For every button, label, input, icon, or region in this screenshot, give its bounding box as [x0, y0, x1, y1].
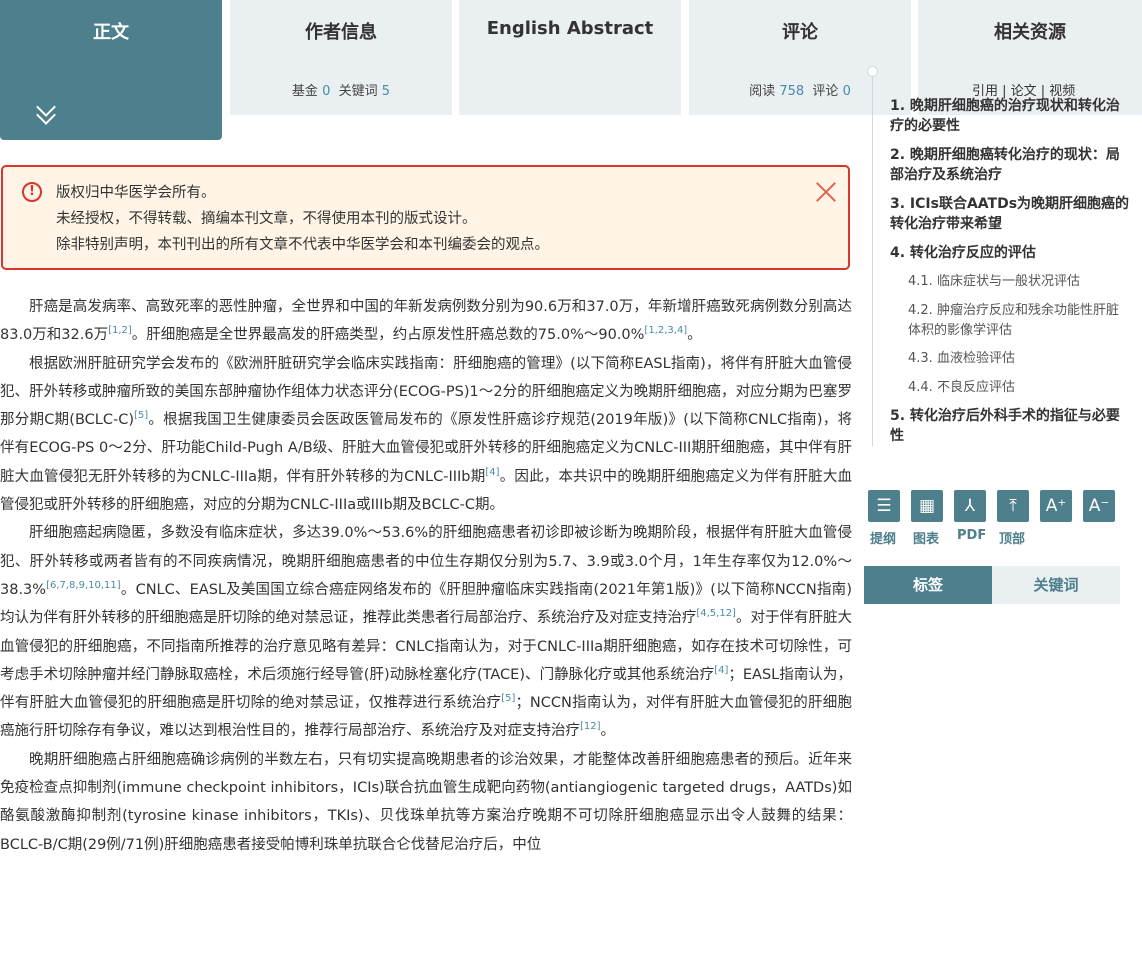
citation-link[interactable]: [1,2,3,4]	[644, 325, 687, 336]
citation-link[interactable]: [5]	[134, 410, 148, 421]
citation-link[interactable]: [5]	[501, 693, 515, 704]
comment-label: 评论	[812, 84, 839, 99]
keyword-count: 5	[381, 84, 391, 99]
article-paragraph: 肝细胞癌起病隐匿，多数没有临床症状，多达39.0%～53.6%的肝细胞癌患者初诊…	[0, 519, 852, 745]
toc-item-3[interactable]: 3. ICIs联合AATDs为晚期肝细胞癌的转化治疗带来希望	[890, 194, 1130, 234]
tag-keyword-tabs: 标签 关键词	[864, 566, 1120, 604]
notice-line-3: 除非特别声明，本刊刊出的所有文章不代表中华医学会和本刊编委会的观点。	[56, 237, 549, 253]
pdf-label[interactable]: PDF	[957, 528, 986, 543]
tab-comments-label: 评论	[782, 22, 818, 43]
close-icon[interactable]	[815, 181, 837, 203]
notice-line-1: 版权归中华医学会所有。	[56, 185, 216, 201]
outline-label[interactable]: 提纲	[870, 528, 896, 547]
notice-line-2: 未经授权，不得转载、摘编本刊文章，不得使用本刊的版式设计。	[56, 211, 477, 227]
article-body: 肝癌是高发病率、高致死率的恶性肿瘤，全世界和中国的年新发病例数分别为90.6万和…	[0, 293, 852, 978]
font-decrease-button[interactable]: A⁻	[1083, 490, 1115, 522]
article-paragraph: 肝癌是高发病率、高致死率的恶性肿瘤，全世界和中国的年新发病例数分别为90.6万和…	[0, 293, 852, 350]
figures-icon[interactable]: ▦	[911, 490, 943, 522]
back-to-top-icon[interactable]: ⤒	[997, 490, 1029, 522]
tab-english-abstract-label: English Abstract	[486, 18, 654, 39]
fund-label: 基金	[291, 84, 318, 99]
toc-item-5[interactable]: 5. 转化治疗后外科手术的指征与必要性	[890, 406, 1130, 446]
citation-link[interactable]: [12]	[580, 722, 601, 733]
toc-rail	[872, 72, 873, 446]
citation-link[interactable]: [4,5,12]	[696, 608, 736, 619]
paragraph-text: 。肝细胞癌是全世界最高发的肝癌类型，约占原发性肝癌总数的75.0%～90.0%	[131, 327, 645, 344]
paragraph-text: 。	[687, 327, 702, 344]
comment-count: 0	[842, 84, 851, 99]
toc-rail-start-icon	[867, 66, 878, 77]
tab-author-info-sub: 基金 0 关键词 5	[230, 80, 452, 99]
tab-main-text[interactable]: 正文	[0, 0, 222, 140]
reader-toolbar: ☰ ▦ ⅄ ⤒ A⁺ A⁻ 提纲 图表 PDF 顶部	[868, 490, 1128, 550]
toc-item-4-3[interactable]: 4.3. 血液检验评估	[908, 349, 1130, 369]
citation-link[interactable]: [1,2]	[108, 325, 132, 336]
read-label: 阅读	[749, 84, 776, 99]
toc-item-4-2[interactable]: 4.2. 肿瘤治疗反应和残余功能性肝脏体积的影像学评估	[908, 301, 1130, 341]
toc-item-4[interactable]: 4. 转化治疗反应的评估	[890, 243, 1130, 263]
font-increase-button[interactable]: A⁺	[1040, 490, 1072, 522]
top-label[interactable]: 顶部	[999, 528, 1025, 547]
tab-english-abstract[interactable]: English Abstract	[459, 0, 681, 115]
keyword-label: 关键词	[338, 84, 378, 99]
tab-main-text-label: 正文	[93, 22, 129, 43]
toc-item-2[interactable]: 2. 晚期肝细胞癌转化治疗的现状：局部治疗及系统治疗	[890, 145, 1130, 185]
double-chevron-down-icon[interactable]	[36, 97, 56, 125]
pdf-icon[interactable]: ⅄	[954, 490, 986, 522]
citation-link[interactable]: [4]	[714, 665, 728, 676]
tab-tags[interactable]: 标签	[864, 566, 992, 604]
tab-author-info[interactable]: 作者信息 基金 0 关键词 5	[230, 0, 452, 115]
tab-author-info-label: 作者信息	[305, 22, 377, 43]
read-count: 758	[779, 84, 805, 99]
outline-icon[interactable]: ☰	[868, 490, 900, 522]
table-of-contents: 引用 | 论文 | 视频 1. 晚期肝细胞癌的治疗现状和转化治疗的必要性 2. …	[866, 66, 1138, 446]
toc-item-4-4[interactable]: 4.4. 不良反应评估	[908, 378, 1130, 398]
fund-count: 0	[322, 84, 331, 99]
warning-icon: !	[22, 182, 42, 202]
figures-label[interactable]: 图表	[913, 528, 939, 547]
article-paragraph: 晚期肝细胞癌占肝细胞癌确诊病例的半数左右，只有切实提高晚期患者的诊治效果，才能整…	[0, 746, 852, 859]
citation-link[interactable]: [6,7,8,9,10,11]	[46, 580, 121, 591]
paragraph-text: 。CNLC、EASL及美国国立综合癌症网络发布的《肝胆肿瘤临床实践指南(2021…	[0, 581, 852, 627]
citation-link[interactable]: [4]	[485, 467, 499, 478]
article-paragraph: 根据欧洲肝脏研究学会发布的《欧洲肝脏研究学会临床实践指南：肝细胞癌的管理》(以下…	[0, 350, 852, 520]
paragraph-text: 。	[600, 723, 616, 740]
paragraph-text: 晚期肝细胞癌占肝细胞癌确诊病例的半数左右，只有切实提高晚期患者的诊治效果，才能整…	[0, 751, 852, 853]
toc-item-4-1[interactable]: 4.1. 临床症状与一般状况评估	[908, 272, 1130, 292]
tab-keywords[interactable]: 关键词	[992, 566, 1120, 604]
toc-item-1[interactable]: 1. 晚期肝细胞癌的治疗现状和转化治疗的必要性	[890, 96, 1130, 136]
tab-related-resources-label: 相关资源	[994, 22, 1066, 43]
copyright-notice: ! 版权归中华医学会所有。 未经授权，不得转载、摘编本刊文章，不得使用本刊的版式…	[1, 165, 850, 270]
